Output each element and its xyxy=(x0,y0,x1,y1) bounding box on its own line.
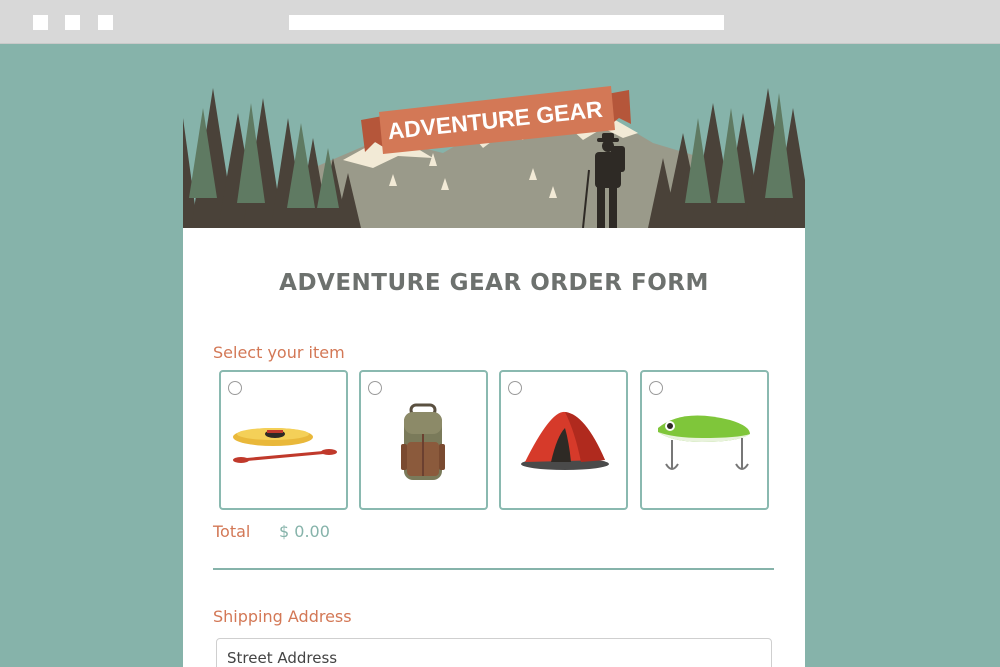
window-maximize-button[interactable] xyxy=(98,15,113,30)
address-bar[interactable] xyxy=(289,15,724,30)
total-label: Total xyxy=(213,522,251,541)
item-radio-kayak[interactable] xyxy=(228,381,242,395)
street-address-input[interactable] xyxy=(216,638,772,667)
item-card-tent[interactable] xyxy=(499,370,628,510)
select-item-label: Select your item xyxy=(213,343,345,362)
item-radio-tent[interactable] xyxy=(508,381,522,395)
item-radio-backpack[interactable] xyxy=(368,381,382,395)
total-value: $ 0.00 xyxy=(279,522,330,541)
item-card-fishing-lure[interactable] xyxy=(640,370,769,510)
browser-toolbar xyxy=(0,0,1000,44)
item-card-kayak[interactable] xyxy=(219,370,348,510)
window-close-button[interactable] xyxy=(33,15,48,30)
item-radio-fishing-lure[interactable] xyxy=(649,381,663,395)
form-title: ADVENTURE GEAR ORDER FORM xyxy=(279,270,709,296)
window-minimize-button[interactable] xyxy=(65,15,80,30)
order-form: ADVENTURE GEAR ADVENTURE GEAR ORDER FORM… xyxy=(183,78,805,667)
section-divider xyxy=(213,568,774,570)
shipping-address-label: Shipping Address xyxy=(213,607,352,626)
item-card-backpack[interactable] xyxy=(359,370,488,510)
